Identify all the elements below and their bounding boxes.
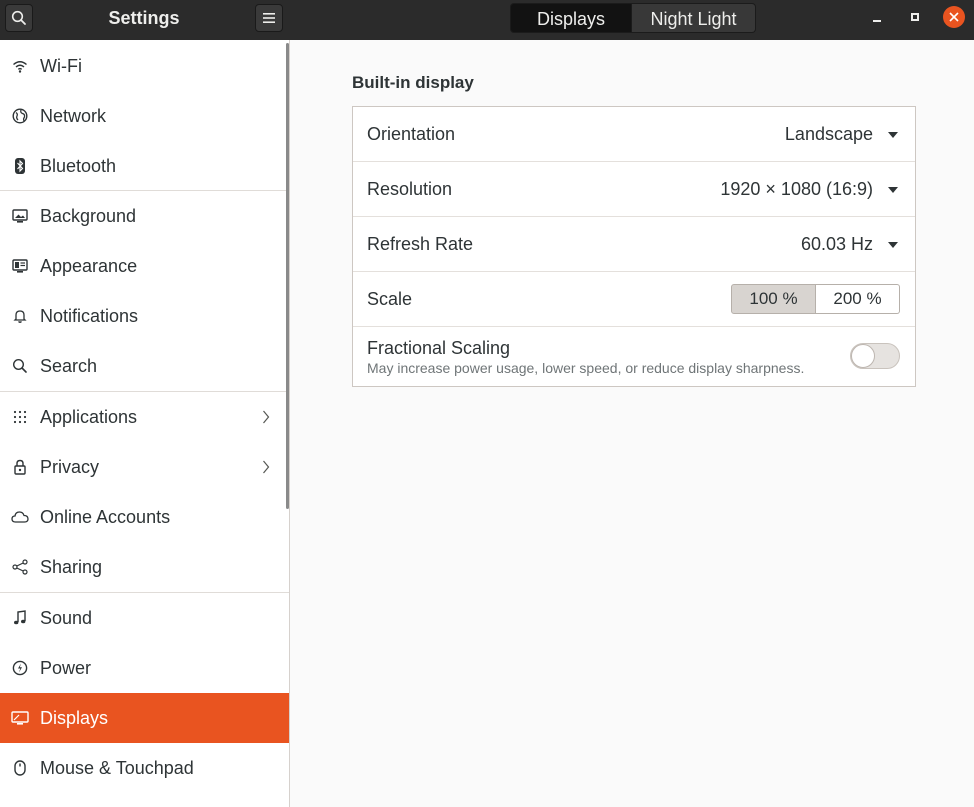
fractional-scaling-switch[interactable] xyxy=(850,343,900,369)
tab-displays[interactable]: Displays xyxy=(510,3,632,33)
sidebar-item-power[interactable]: Power xyxy=(0,643,289,693)
scale-row: Scale 100 % 200 % xyxy=(353,272,915,327)
caret-down-icon xyxy=(888,132,898,138)
stack-switcher: Displays Night Light xyxy=(510,3,756,33)
switch-knob xyxy=(851,344,875,368)
appearance-icon xyxy=(11,257,29,275)
scale-selector: 100 % 200 % xyxy=(731,284,900,314)
sidebar-item-label: Sharing xyxy=(40,556,103,577)
sidebar-item-displays[interactable]: Displays xyxy=(0,693,289,743)
bluetooth-icon xyxy=(11,157,29,175)
fractional-scaling-description: May increase power usage, lower speed, o… xyxy=(367,360,805,376)
globe-icon xyxy=(11,107,29,125)
sidebar-item-label: Search xyxy=(40,355,98,376)
resolution-row[interactable]: Resolution 1920 × 1080 (16:9) xyxy=(353,162,915,217)
minimize-icon xyxy=(873,20,881,22)
sidebar-item-online-accounts[interactable]: Online Accounts xyxy=(0,492,289,542)
scale-option-200[interactable]: 200 % xyxy=(816,284,900,314)
orientation-label: Orientation xyxy=(367,124,456,144)
sidebar-item-wifi[interactable]: Wi-Fi xyxy=(0,41,289,91)
chevron-right-icon xyxy=(262,408,274,426)
sidebar-item-label: Bluetooth xyxy=(40,155,117,176)
background-icon xyxy=(11,207,29,225)
search-button[interactable] xyxy=(5,4,33,32)
caret-down-icon xyxy=(888,187,898,193)
sidebar-item-network[interactable]: Network xyxy=(0,91,289,141)
sidebar-item-bluetooth[interactable]: Bluetooth xyxy=(0,141,289,191)
main-panel: Built-in display Orientation Landscape R… xyxy=(291,40,974,807)
sidebar-item-background[interactable]: Background xyxy=(0,191,289,241)
bell-icon xyxy=(11,307,29,325)
sidebar-item-appearance[interactable]: Appearance xyxy=(0,241,289,291)
sidebar-item-label: Power xyxy=(40,657,92,678)
cloud-icon xyxy=(11,508,29,526)
resolution-value: 1920 × 1080 (16:9) xyxy=(720,179,873,199)
maximize-button[interactable] xyxy=(904,6,926,28)
sidebar-item-label: Wi-Fi xyxy=(40,55,82,76)
music-note-icon xyxy=(11,609,29,627)
fractional-scaling-row: Fractional Scaling May increase power us… xyxy=(353,327,915,386)
lock-icon xyxy=(11,458,29,476)
sidebar-scrollbar[interactable] xyxy=(286,43,289,509)
power-icon xyxy=(11,659,29,677)
search-icon xyxy=(11,10,26,25)
display-icon xyxy=(11,709,29,727)
scale-label: Scale xyxy=(367,289,413,309)
sidebar-item-notifications[interactable]: Notifications xyxy=(0,291,289,341)
tab-night-light[interactable]: Night Light xyxy=(632,3,756,33)
sidebar-item-label: Notifications xyxy=(40,305,139,326)
sidebar-item-sound[interactable]: Sound xyxy=(0,593,289,643)
resolution-label: Resolution xyxy=(367,179,453,199)
sidebar-item-label: Applications xyxy=(40,406,138,427)
sidebar-item-sharing[interactable]: Sharing xyxy=(0,542,289,592)
app-title: Settings xyxy=(108,8,180,28)
sidebar-item-search[interactable]: Search xyxy=(0,341,289,391)
sidebar-item-label: Appearance xyxy=(40,255,138,276)
hamburger-icon xyxy=(263,13,275,23)
grid-icon xyxy=(11,408,29,426)
menu-button[interactable] xyxy=(255,4,283,32)
close-icon xyxy=(949,12,959,22)
sidebar-item-label: Sound xyxy=(40,607,93,628)
sidebar-item-label: Network xyxy=(40,105,107,126)
caret-down-icon xyxy=(888,242,898,248)
sidebar-item-label: Displays xyxy=(40,707,109,728)
fractional-scaling-label: Fractional Scaling xyxy=(367,338,511,358)
minimize-button[interactable] xyxy=(866,6,888,28)
sidebar-item-label: Mouse & Touchpad xyxy=(40,757,194,778)
share-icon xyxy=(11,558,29,576)
sidebar-item-mouse-touchpad[interactable]: Mouse & Touchpad xyxy=(0,743,289,793)
sidebar-item-privacy[interactable]: Privacy xyxy=(0,442,289,492)
sidebar-item-label: Privacy xyxy=(40,456,100,477)
close-button[interactable] xyxy=(943,6,965,28)
maximize-icon xyxy=(911,13,919,21)
sidebar-item-label: Background xyxy=(40,205,137,226)
refresh-rate-value: 60.03 Hz xyxy=(800,234,873,254)
display-settings-list: Orientation Landscape Resolution 1920 × … xyxy=(352,106,916,387)
mouse-icon xyxy=(11,759,29,777)
refresh-rate-row[interactable]: Refresh Rate 60.03 Hz xyxy=(353,217,915,272)
section-title: Built-in display xyxy=(352,73,474,92)
search-icon xyxy=(11,357,29,375)
header-bar: Settings Displays Night Light xyxy=(0,0,974,40)
chevron-right-icon xyxy=(262,458,274,476)
scale-option-100[interactable]: 100 % xyxy=(731,284,816,314)
sidebar-item-applications[interactable]: Applications xyxy=(0,392,289,442)
orientation-row[interactable]: Orientation Landscape xyxy=(353,107,915,162)
wifi-icon xyxy=(11,57,29,75)
refresh-rate-label: Refresh Rate xyxy=(367,234,474,254)
sidebar-item-label: Online Accounts xyxy=(40,506,171,527)
sidebar: Wi-Fi Network Bluetooth Background Appea… xyxy=(0,40,290,807)
orientation-value: Landscape xyxy=(784,124,873,144)
